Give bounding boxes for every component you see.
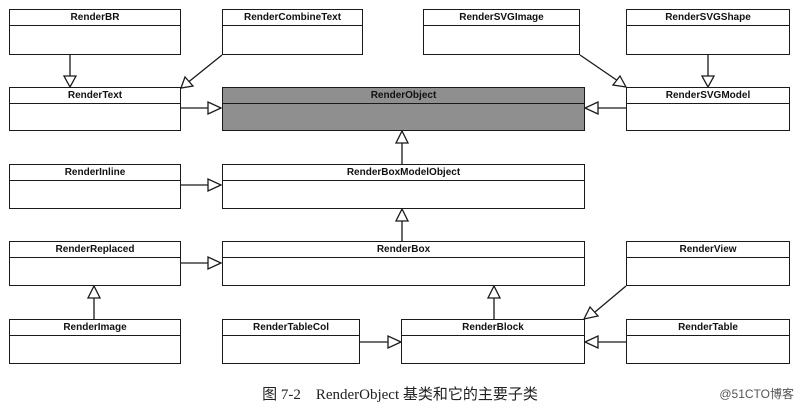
class-rendersvgmodel: RenderSVGModel <box>626 87 790 131</box>
class-renderobject: RenderObject <box>222 87 585 131</box>
arrowhead <box>394 129 410 144</box>
class-name: RenderSVGImage <box>424 10 579 26</box>
class-renderblock: RenderBlock <box>401 319 585 364</box>
arrowhead <box>700 75 716 89</box>
class-name: RenderBlock <box>402 320 584 336</box>
class-name: RenderSVGModel <box>627 88 789 104</box>
class-name: RenderView <box>627 242 789 258</box>
class-rendersvgshape: RenderSVGShape <box>626 9 790 55</box>
arrowhead <box>486 284 502 299</box>
figure-caption: 图 7-2 RenderObject 基类和它的主要子类 <box>262 387 538 403</box>
class-name: RenderImage <box>10 320 180 336</box>
class-rendertable: RenderTable <box>626 319 790 364</box>
class-rendertext: RenderText <box>9 87 181 131</box>
edge-renderview-renderblock <box>594 285 627 313</box>
class-name: RenderSVGShape <box>627 10 789 26</box>
class-name: RenderTable <box>627 320 789 336</box>
class-name: RenderCombineText <box>223 10 362 26</box>
arrowhead <box>86 284 102 299</box>
class-name: RenderTableCol <box>223 320 359 336</box>
edge-rendercombinetext-rendertext <box>185 54 223 85</box>
arrowhead <box>582 305 600 320</box>
class-name: RenderObject <box>223 88 584 104</box>
class-name: RenderText <box>10 88 180 104</box>
class-renderboxmodelobject: RenderBoxModelObject <box>222 164 585 209</box>
class-name: RenderBR <box>10 10 180 26</box>
class-renderview: RenderView <box>626 241 790 286</box>
class-renderreplaced: RenderReplaced <box>9 241 181 286</box>
arrowhead <box>180 75 195 89</box>
class-renderbox: RenderBox <box>222 241 585 286</box>
class-diagram: RenderBR RenderCombineText RenderSVGImag… <box>0 0 800 409</box>
class-renderbr: RenderBR <box>9 9 181 55</box>
class-rendersvgimage: RenderSVGImage <box>423 9 580 55</box>
arrowhead <box>583 100 599 116</box>
arrowhead <box>583 334 599 350</box>
class-rendertablecol: RenderTableCol <box>222 319 360 364</box>
arrowhead <box>207 177 223 193</box>
arrowhead <box>394 207 410 222</box>
class-name: RenderBox <box>223 242 584 258</box>
class-renderimage: RenderImage <box>9 319 181 364</box>
class-name: RenderBoxModelObject <box>223 165 584 181</box>
class-renderinline: RenderInline <box>9 164 181 209</box>
edge-rendersvgimage-rendersvgmodel <box>579 54 619 82</box>
class-rendercombinetext: RenderCombineText <box>222 9 363 55</box>
arrowhead <box>387 334 403 350</box>
class-name: RenderInline <box>10 165 180 181</box>
arrowhead <box>207 100 223 116</box>
arrowhead <box>62 75 78 89</box>
watermark: @51CTO博客 <box>719 387 794 401</box>
arrowhead <box>207 255 223 271</box>
arrowhead <box>611 74 628 88</box>
class-name: RenderReplaced <box>10 242 180 258</box>
